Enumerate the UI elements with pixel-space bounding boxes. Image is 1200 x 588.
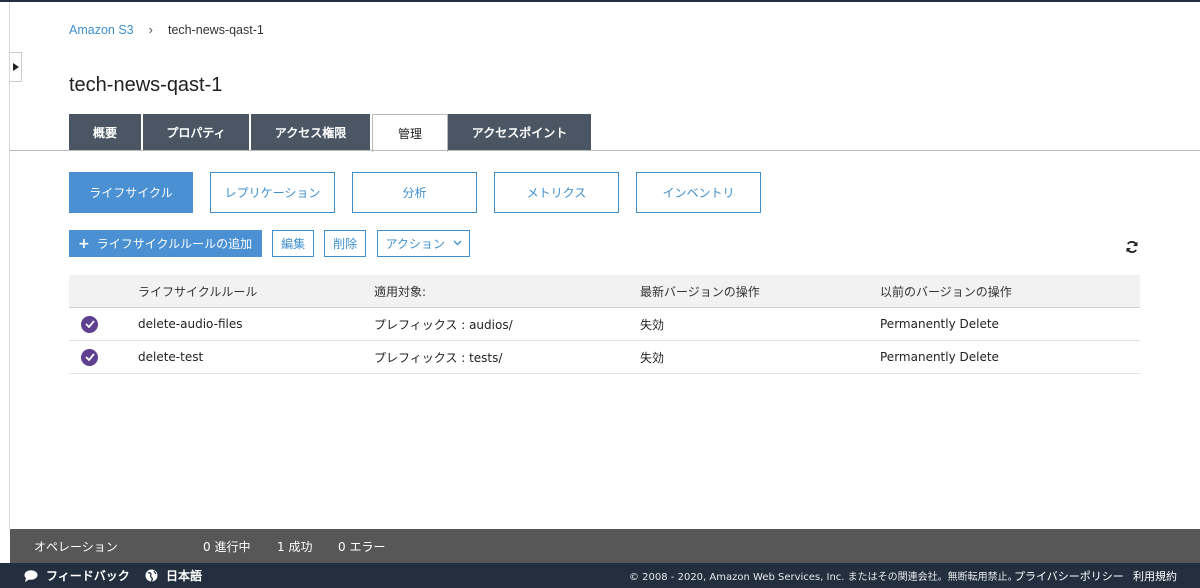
chevron-down-icon bbox=[453, 238, 462, 249]
top-border bbox=[0, 0, 1200, 2]
rule-name: delete-audio-files bbox=[138, 317, 243, 331]
expand-sidebar-button[interactable] bbox=[10, 52, 22, 82]
globe-icon bbox=[145, 569, 158, 582]
rule-current-action: 失効 bbox=[640, 317, 665, 332]
language-selector[interactable]: 日本語 bbox=[145, 567, 202, 584]
breadcrumb-current: tech-news-qast-1 bbox=[167, 22, 264, 37]
subtab-inventory[interactable]: インベントリ bbox=[636, 172, 761, 213]
header-rule: ライフサイクルルール bbox=[138, 284, 258, 299]
check-circle-icon bbox=[81, 315, 98, 333]
rule-target: プレフィックス : tests/ bbox=[374, 350, 503, 365]
terms-link[interactable]: 利用規約 bbox=[1133, 568, 1177, 584]
subtab-replication[interactable]: レプリケーション bbox=[210, 172, 335, 213]
copyright-text: © 2008 - 2020, Amazon Web Services, Inc.… bbox=[629, 572, 1018, 583]
row-status bbox=[69, 315, 138, 333]
operations-in-progress[interactable]: 0 進行中 bbox=[203, 538, 250, 555]
operations-success[interactable]: 1 成功 bbox=[277, 538, 312, 555]
header-previous-action: 以前のバージョンの操作 bbox=[880, 284, 1012, 299]
add-lifecycle-rule-label: ライフサイクルルールの追加 bbox=[96, 237, 253, 251]
breadcrumb-amazon-s3[interactable]: Amazon S3 bbox=[69, 23, 134, 37]
rule-previous-action: Permanently Delete bbox=[880, 317, 999, 331]
main-tabs: 概要 プロパティ アクセス権限 管理 アクセスポイント bbox=[69, 114, 591, 152]
subtab-analytics[interactable]: 分析 bbox=[352, 172, 477, 213]
footer: フィードバック 日本語 © 2008 - 2020, Amazon Web Se… bbox=[0, 563, 1200, 588]
tab-management[interactable]: 管理 bbox=[372, 114, 448, 152]
add-lifecycle-rule-button[interactable]: + ライフサイクルルールの追加 bbox=[69, 230, 263, 257]
rule-current-action: 失効 bbox=[640, 350, 665, 365]
toolbar: + ライフサイクルルールの追加 編集 削除 アクション bbox=[69, 230, 471, 257]
privacy-policy-link[interactable]: プライバシーポリシー bbox=[1014, 568, 1124, 584]
operations-errors[interactable]: 0 エラー bbox=[338, 538, 385, 555]
actions-dropdown[interactable]: アクション bbox=[377, 230, 471, 257]
edit-button[interactable]: 編集 bbox=[272, 230, 315, 257]
operations-bar: オペレーション 0 進行中 1 成功 0 エラー bbox=[10, 529, 1200, 563]
lifecycle-rules-table: ライフサイクルルール 適用対象: 最新バージョンの操作 以前のバージョンの操作 … bbox=[69, 275, 1140, 374]
subtab-metrics[interactable]: メトリクス bbox=[494, 172, 619, 213]
feedback-button[interactable]: フィードバック bbox=[24, 567, 130, 584]
delete-button[interactable]: 削除 bbox=[324, 230, 367, 257]
tabs-divider bbox=[10, 150, 1200, 151]
caret-right-icon bbox=[12, 63, 19, 71]
tab-access-points[interactable]: アクセスポイント bbox=[448, 114, 591, 150]
management-subtabs: ライフサイクル レプリケーション 分析 メトリクス インベントリ bbox=[69, 172, 778, 213]
subtab-lifecycle[interactable]: ライフサイクル bbox=[69, 172, 193, 213]
tab-overview[interactable]: 概要 bbox=[69, 114, 143, 150]
plus-icon: + bbox=[78, 235, 90, 252]
side-panel-collapsed bbox=[0, 2, 10, 529]
refresh-icon[interactable] bbox=[1125, 239, 1139, 253]
rule-target: プレフィックス : audios/ bbox=[374, 317, 513, 332]
header-current-action: 最新バージョンの操作 bbox=[640, 284, 760, 299]
actions-label: アクション bbox=[385, 237, 445, 251]
header-target: 適用対象: bbox=[374, 284, 427, 299]
row-status bbox=[69, 348, 138, 366]
check-circle-icon bbox=[81, 348, 98, 366]
breadcrumb: Amazon S3 › tech-news-qast-1 bbox=[69, 22, 264, 37]
table-row[interactable]: delete-audio-files プレフィックス : audios/ 失効 … bbox=[69, 308, 1140, 341]
rule-name: delete-test bbox=[138, 350, 204, 364]
speech-bubble-icon bbox=[24, 569, 38, 582]
tab-permissions[interactable]: アクセス権限 bbox=[251, 114, 372, 150]
rule-previous-action: Permanently Delete bbox=[880, 350, 999, 364]
operations-label[interactable]: オペレーション bbox=[34, 538, 118, 555]
tab-properties[interactable]: プロパティ bbox=[143, 114, 251, 150]
page-title: tech-news-qast-1 bbox=[69, 74, 223, 96]
table-header: ライフサイクルルール 適用対象: 最新バージョンの操作 以前のバージョンの操作 bbox=[69, 275, 1140, 308]
feedback-label: フィードバック bbox=[46, 569, 130, 583]
language-label: 日本語 bbox=[166, 569, 203, 583]
table-row[interactable]: delete-test プレフィックス : tests/ 失効 Permanen… bbox=[69, 341, 1140, 374]
breadcrumb-separator: › bbox=[148, 22, 153, 37]
